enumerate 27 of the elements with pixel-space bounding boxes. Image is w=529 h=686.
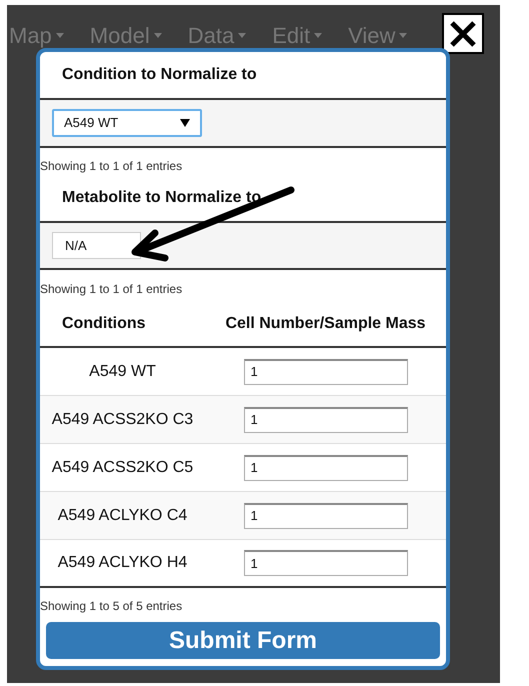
entries-info: Showing 1 to 1 of 1 entries	[40, 158, 184, 175]
value-field[interactable]: 1	[244, 550, 408, 576]
condition-name: A549 WT	[88, 362, 157, 382]
section-title: Condition to Normalize to	[62, 65, 257, 85]
entries-info: Showing 1 to 1 of 1 entries	[40, 281, 184, 298]
value-field[interactable]: 1	[244, 502, 408, 528]
condition-name: A549 ACSS2KO C3	[50, 410, 194, 430]
column-header: Cell Number/Sample Mass	[224, 314, 427, 334]
caret-icon	[238, 33, 246, 38]
condition-name: A549 ACLYKO C4	[56, 506, 188, 526]
caret-icon	[314, 33, 322, 38]
caret-icon	[56, 33, 64, 38]
value-field[interactable]: 1	[244, 406, 408, 432]
condition-name: A549 ACLYKO H4	[56, 553, 188, 573]
close-icon	[449, 20, 477, 48]
entries-info: Showing 1 to 5 of 5 entries	[40, 598, 184, 615]
close-button[interactable]	[444, 15, 482, 52]
condition-name: A549 ACSS2KO C5	[50, 458, 194, 478]
value-field[interactable]: 1	[244, 454, 408, 480]
value-field[interactable]: 1	[244, 358, 408, 384]
caret-icon	[399, 33, 408, 38]
metabolite-field[interactable]: N/A	[52, 232, 141, 259]
column-header: Conditions	[61, 314, 147, 334]
caret-icon	[180, 119, 190, 127]
condition-select[interactable]: A549 WT	[52, 109, 202, 137]
submit-button[interactable]: Submit Form	[46, 622, 440, 659]
caret-icon	[154, 33, 162, 38]
